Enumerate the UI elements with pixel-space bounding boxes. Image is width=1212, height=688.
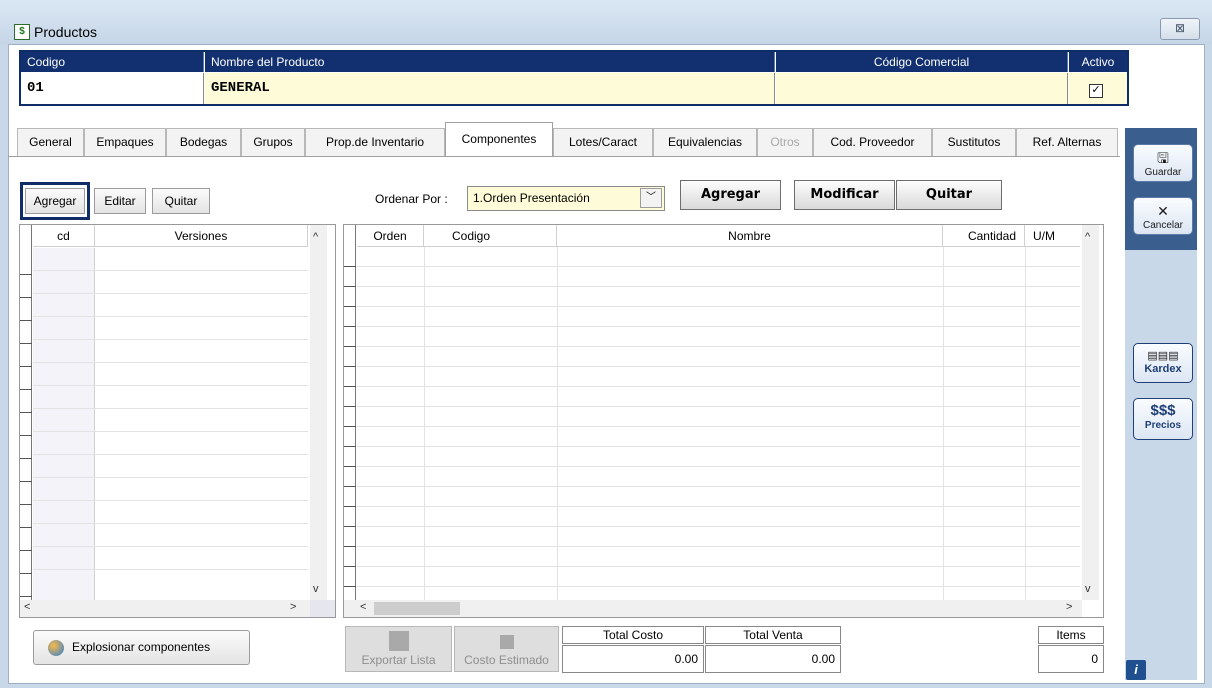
info-icon[interactable]: i: [1126, 660, 1146, 680]
chevron-left-icon[interactable]: <: [24, 601, 30, 613]
precios-button[interactable]: $$$ Precios: [1133, 398, 1193, 440]
cancelar-button[interactable]: ✕ Cancelar: [1133, 197, 1193, 235]
title-bar: [0, 0, 1212, 44]
tab-sustitutos[interactable]: Sustitutos: [932, 128, 1016, 156]
scissors-x-icon: ✕: [1157, 203, 1169, 219]
codigo-field[interactable]: 01: [21, 73, 204, 104]
components-scrollbar-v[interactable]: ^ v: [1082, 225, 1099, 600]
sort-select[interactable]: 1.Orden Presentación: [467, 186, 665, 211]
total-costo-value: 0.00: [562, 645, 704, 673]
versions-scrollbar-h[interactable]: < >: [20, 600, 310, 617]
calculator-icon: [499, 635, 514, 649]
total-costo-label: Total Costo: [562, 626, 704, 644]
floppy-disk-icon: 🖫: [1157, 150, 1169, 166]
product-header-grid: Codigo Nombre del Producto Código Comerc…: [19, 50, 1129, 106]
col-nombre[interactable]: Nombre: [557, 225, 943, 247]
dollar-signs-icon: $$$: [1150, 402, 1176, 419]
quitar-version-button[interactable]: Quitar: [152, 188, 210, 214]
row-indicator: [344, 225, 356, 600]
chevron-right-icon[interactable]: >: [290, 601, 296, 613]
col-um[interactable]: U/M: [1025, 225, 1080, 247]
costo-estimado-button[interactable]: Costo Estimado: [454, 626, 559, 672]
items-value: 0: [1038, 645, 1104, 673]
explosionar-componentes-button[interactable]: Explosionar componentes: [33, 630, 250, 665]
costo-estimado-label: Costo Estimado: [464, 653, 549, 667]
chevron-down-icon[interactable]: v: [1085, 583, 1091, 595]
precios-label: Precios: [1144, 420, 1182, 431]
guardar-button[interactable]: 🖫 Guardar: [1133, 144, 1193, 182]
total-venta-label: Total Venta: [705, 626, 841, 644]
quitar-componente-button[interactable]: Quitar: [896, 180, 1002, 210]
versions-grid[interactable]: cd Versiones ^ v < >: [19, 224, 336, 618]
agregar-version-button[interactable]: Agregar: [25, 188, 85, 214]
header-codigo-comercial: Código Comercial: [776, 52, 1068, 72]
tab-cod-proveedor[interactable]: Cod. Proveedor: [813, 128, 932, 156]
keyboard-icon: ▤▤▤: [1147, 350, 1179, 362]
codigo-comercial-field[interactable]: [776, 73, 1068, 104]
modificar-componente-button[interactable]: Modificar: [794, 180, 895, 210]
tab-divider: [8, 156, 1120, 157]
components-grid[interactable]: Orden Codigo Nombre Cantidad U/M ^ v < >: [343, 224, 1104, 618]
header-nombre: Nombre del Producto: [205, 52, 775, 72]
tab-equivalencias[interactable]: Equivalencias: [653, 128, 757, 156]
chevron-up-icon[interactable]: ^: [313, 231, 318, 243]
col-versiones[interactable]: Versiones: [95, 225, 308, 247]
window-title: Productos: [34, 24, 98, 40]
chevron-up-icon[interactable]: ^: [1085, 231, 1090, 243]
tab-componentes[interactable]: Componentes: [445, 122, 553, 157]
exportar-lista-button[interactable]: Exportar Lista: [345, 626, 452, 672]
sort-label: Ordenar Por :: [375, 192, 448, 206]
tab-ref-alternas[interactable]: Ref. Alternas: [1016, 128, 1118, 156]
tab-lotes-caract[interactable]: Lotes/Caract: [553, 128, 653, 156]
chevron-left-icon[interactable]: <: [360, 601, 366, 613]
header-codigo: Codigo: [21, 52, 204, 72]
exportar-label: Exportar Lista: [361, 653, 436, 667]
tab-otros[interactable]: Otros: [757, 128, 813, 156]
header-activo: Activo: [1069, 52, 1127, 72]
col-cd[interactable]: cd: [33, 225, 95, 247]
col-codigo[interactable]: Codigo: [424, 225, 557, 247]
items-label: Items: [1038, 626, 1104, 644]
tab-empaques[interactable]: Empaques: [84, 128, 166, 156]
users-icon: [48, 640, 64, 656]
kardex-button[interactable]: ▤▤▤ Kardex: [1133, 343, 1193, 383]
col-cantidad[interactable]: Cantidad: [943, 225, 1025, 247]
chevron-right-icon[interactable]: >: [1066, 601, 1072, 613]
tab-prop-inventario[interactable]: Prop.de Inventario: [305, 128, 445, 156]
export-icon: [388, 631, 409, 651]
dollar-doc-icon: $: [14, 24, 30, 40]
tab-general[interactable]: General: [17, 128, 84, 156]
guardar-label: Guardar: [1144, 167, 1182, 178]
versions-scrollbar-v[interactable]: ^ v: [310, 225, 327, 600]
nombre-field[interactable]: GENERAL: [205, 73, 775, 104]
close-button[interactable]: ⊠: [1160, 18, 1200, 40]
editar-version-button[interactable]: Editar: [94, 188, 146, 214]
agregar-componente-button[interactable]: Agregar: [680, 180, 781, 210]
activo-checkbox[interactable]: ✓: [1089, 84, 1103, 98]
col-orden[interactable]: Orden: [357, 225, 424, 247]
components-scrollbar-h[interactable]: < >: [344, 600, 1082, 617]
cd-column-bg: [33, 248, 95, 600]
scroll-thumb[interactable]: [374, 602, 460, 615]
chevron-down-icon[interactable]: v: [313, 583, 319, 595]
kardex-label: Kardex: [1144, 363, 1182, 375]
tab-bodegas[interactable]: Bodegas: [166, 128, 241, 156]
chevron-down-icon[interactable]: ﹀: [640, 188, 662, 208]
cancelar-label: Cancelar: [1142, 220, 1184, 231]
row-indicator: [20, 225, 32, 600]
explosionar-label: Explosionar componentes: [72, 640, 211, 654]
total-venta-value: 0.00: [705, 645, 841, 673]
tab-grupos[interactable]: Grupos: [241, 128, 305, 156]
